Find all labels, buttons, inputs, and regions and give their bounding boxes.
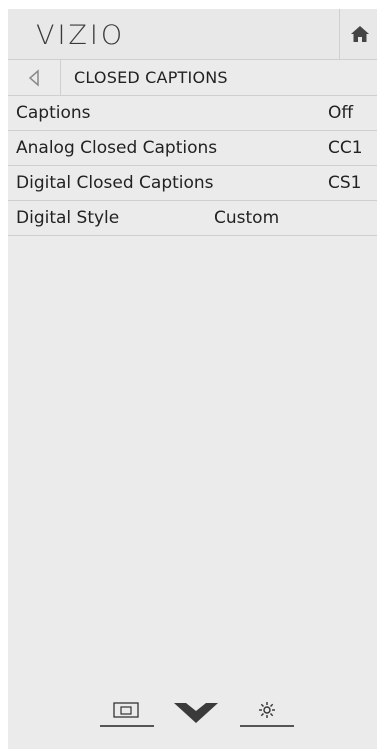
menu-item-digital-closed-captions[interactable]: Digital Closed Captions CS1 xyxy=(8,166,377,201)
menu-item-label: Captions xyxy=(16,103,91,123)
menu-item-value: CC1 xyxy=(328,138,363,158)
home-icon xyxy=(351,26,369,42)
menu-item-label: Analog Closed Captions xyxy=(16,138,218,158)
gear-icon[interactable] xyxy=(240,697,294,729)
back-button[interactable] xyxy=(8,60,61,95)
picture-input-icon[interactable] xyxy=(100,697,154,729)
menu-item-label: Digital Style xyxy=(16,208,120,228)
menu-item-analog-closed-captions[interactable]: Analog Closed Captions CC1 xyxy=(8,131,377,166)
menu-item-value: Off xyxy=(328,103,354,123)
menu-item-captions[interactable]: Captions Off xyxy=(8,96,377,131)
settings-panel: VIZIO CLOSED CAPTIONS Captions Off Analo… xyxy=(0,0,377,749)
menu-item-value: CS1 xyxy=(328,173,362,193)
footer-nav xyxy=(8,697,377,737)
vizio-logo: VIZIO xyxy=(36,20,126,51)
breadcrumb: CLOSED CAPTIONS xyxy=(8,60,377,96)
menu-item-value: Custom xyxy=(214,208,280,228)
menu-list: Captions Off Analog Closed Captions CC1 … xyxy=(8,96,377,236)
panel-header: VIZIO xyxy=(8,9,377,60)
menu-item-label: Digital Closed Captions xyxy=(16,173,214,193)
home-button[interactable] xyxy=(339,9,377,59)
menu-item-digital-style[interactable]: Digital Style Custom xyxy=(8,201,377,236)
vizio-v-icon[interactable] xyxy=(172,699,220,727)
page-title: CLOSED CAPTIONS xyxy=(74,68,228,87)
back-triangle-icon xyxy=(28,68,39,87)
